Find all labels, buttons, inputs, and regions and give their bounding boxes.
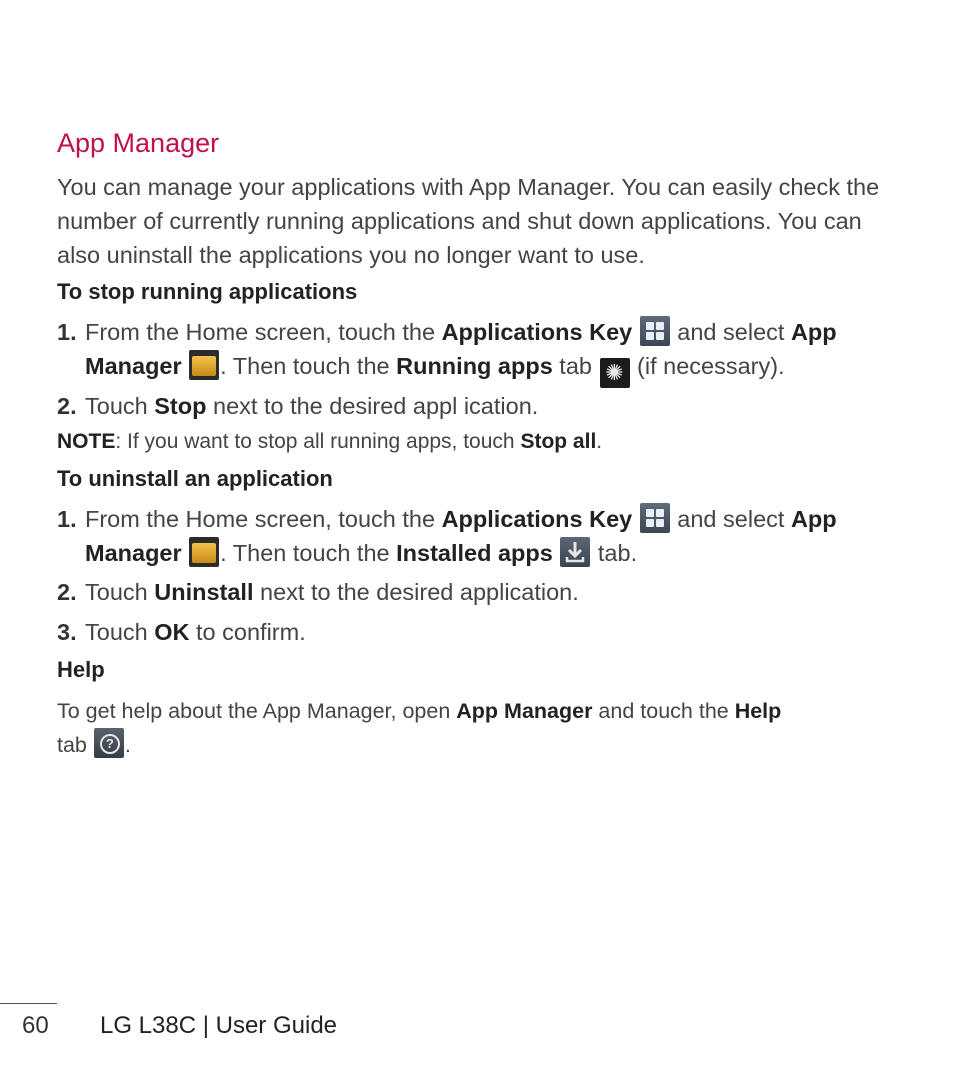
note-text: . (596, 430, 603, 453)
help-question-icon: ? (93, 728, 124, 758)
note-label: NOTE (57, 430, 116, 453)
step-text-part: and select (670, 319, 791, 345)
uninstall-step-1: 1. From the Home screen, touch the Appli… (57, 502, 892, 570)
step-text-part: and select (670, 506, 791, 532)
note-text: : If you want to stop all running apps, … (115, 430, 521, 453)
ok-label: OK (154, 619, 190, 645)
step-text-part: Touch (85, 579, 155, 605)
step-text-part: From the Home screen, touch the (85, 319, 442, 345)
step-text-part: next to the desired application. (253, 579, 579, 605)
uninstall-step-2: 2. Touch Uninstall next to the desired a… (57, 575, 892, 609)
help-text-part: . (124, 733, 131, 757)
step-text-part: Touch (85, 619, 155, 645)
step-text-part: (if necessary). (630, 353, 785, 379)
footer-title: LG L38C | User Guide (100, 1012, 338, 1039)
step-number: 1. (57, 319, 77, 345)
stop-label: Stop (154, 393, 207, 419)
stop-step-2: 2. Touch Stop next to the desired appl i… (57, 389, 892, 423)
step-text: Touch OK to confirm. (85, 615, 892, 649)
running-apps-icon: ✺ (599, 358, 630, 388)
help-text-part: tab (57, 733, 93, 757)
installed-apps-label: Installed apps (396, 540, 553, 566)
step-text-part: tab. (591, 540, 638, 566)
step-text: From the Home screen, touch the Applicat… (85, 315, 892, 388)
installed-apps-download-icon (560, 537, 591, 567)
page-number: 60 (22, 1012, 49, 1039)
app-manager-folder-icon (189, 350, 220, 380)
uninstall-heading: To uninstall an application (57, 466, 333, 491)
applications-key-label: Applications Key (441, 506, 633, 532)
step-text: Touch Stop next to the desired appl icat… (85, 389, 892, 423)
step-number: 1. (57, 506, 77, 532)
step-text-part: next to the desired appl ication. (206, 393, 539, 419)
stop-all-label: Stop all (520, 430, 597, 453)
step-text: Touch Uninstall next to the desired appl… (85, 575, 892, 609)
applications-grid-icon (639, 316, 670, 346)
step-number: 3. (57, 619, 77, 645)
help-text-part: and touch the (592, 699, 735, 723)
step-text-part: to confirm. (189, 619, 306, 645)
app-manager-folder-icon (189, 537, 220, 567)
page-title: App Manager (57, 128, 220, 158)
stop-apps-heading: To stop running applications (57, 279, 358, 304)
step-text-part: From the Home screen, touch the (85, 506, 442, 532)
step-text-part: Touch (85, 393, 155, 419)
footer-divider (0, 1003, 57, 1004)
help-heading: Help (57, 657, 105, 682)
intro-paragraph: You can manage your applications with Ap… (57, 174, 880, 268)
running-apps-label: Running apps (396, 353, 553, 379)
step-number: 2. (57, 393, 77, 419)
step-text-part: tab (552, 353, 599, 379)
app-manager-label: App Manager (456, 699, 593, 723)
stop-step-1: 1. From the Home screen, touch the Appli… (57, 315, 892, 388)
applications-key-label: Applications Key (441, 319, 633, 345)
help-label: Help (734, 699, 782, 723)
help-text-part: To get help about the App Manager, open (57, 699, 457, 723)
note: NOTE: If you want to stop all running ap… (57, 430, 602, 454)
uninstall-step-3: 3. Touch OK to confirm. (57, 615, 892, 649)
help-paragraph: To get help about the App Manager, open … (57, 694, 887, 762)
step-text: From the Home screen, touch the Applicat… (85, 502, 892, 570)
step-text-part: . Then touch the (220, 353, 397, 379)
uninstall-label: Uninstall (154, 579, 254, 605)
step-text-part: . Then touch the (220, 540, 397, 566)
step-number: 2. (57, 579, 77, 605)
applications-grid-icon (639, 503, 670, 533)
